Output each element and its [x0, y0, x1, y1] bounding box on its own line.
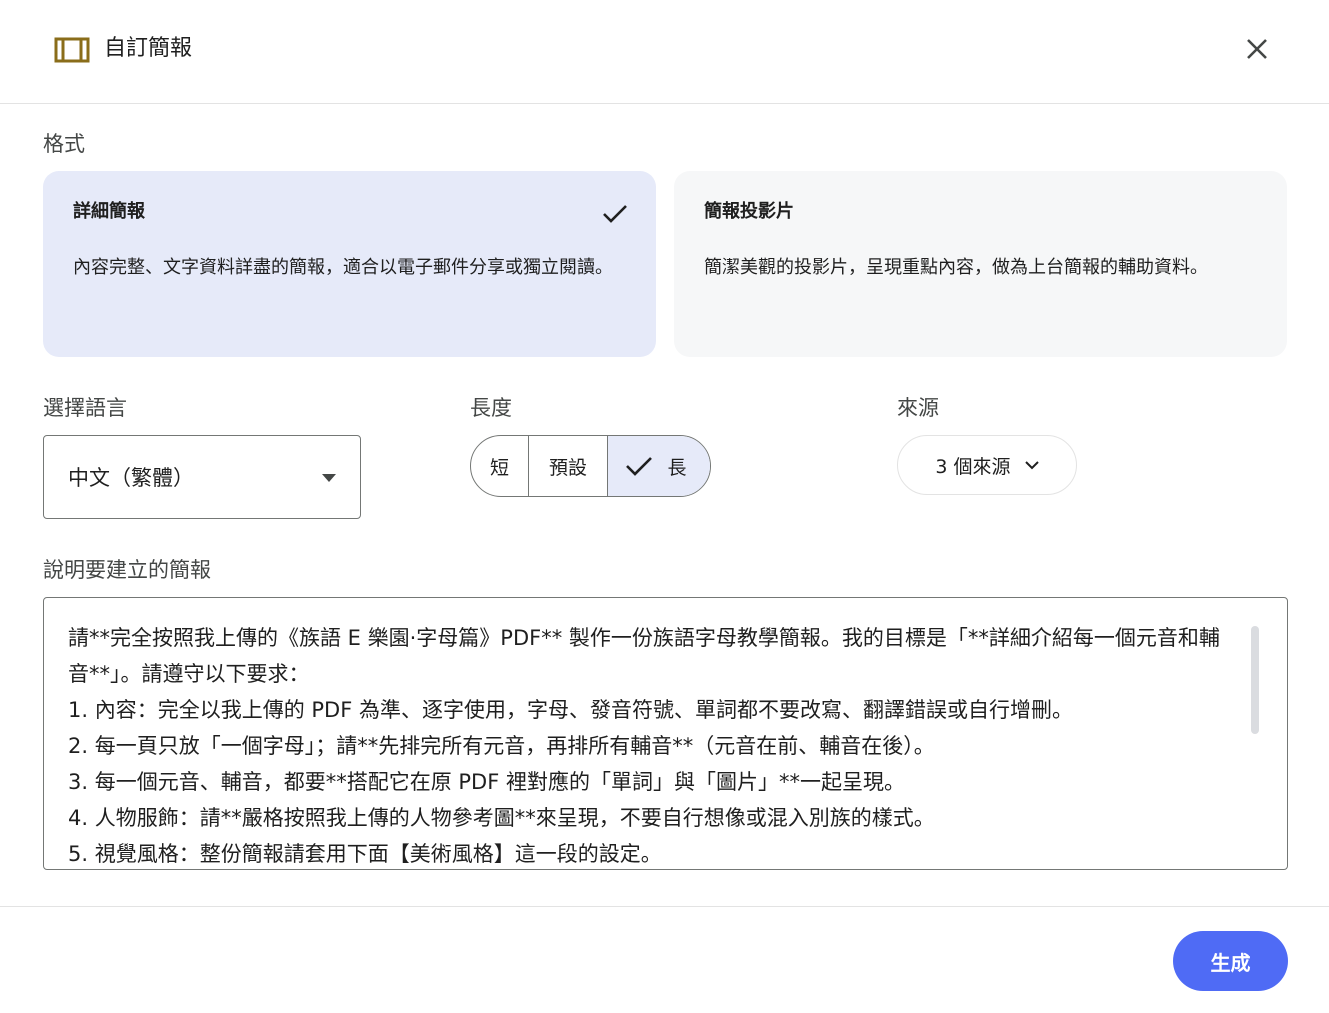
footer-divider	[0, 906, 1329, 907]
check-icon	[626, 457, 653, 476]
format-option-description: 簡潔美觀的投影片，呈現重點內容，做為上台簡報的輔助資料。	[704, 257, 1208, 278]
length-option-default[interactable]: 預設	[528, 436, 607, 496]
generate-button-label: 生成	[1210, 950, 1251, 975]
sources-dropdown-button[interactable]: 3 個來源	[897, 435, 1077, 495]
description-scrollbar[interactable]	[1251, 626, 1259, 734]
format-option-title: 簡報投影片	[704, 201, 794, 222]
check-icon	[603, 205, 627, 223]
format-label: 格式	[43, 132, 85, 156]
customize-report-dialog: 自訂簡報 格式 詳細簡報 內容完整、文字資料詳盡的簡報，適合以電子郵件分享或獨立…	[0, 0, 1329, 1013]
language-select[interactable]: 中文（繁體）	[43, 435, 361, 519]
length-label: 長度	[470, 396, 512, 420]
format-option-description: 內容完整、文字資料詳盡的簡報，適合以電子郵件分享或獨立閱讀。	[73, 257, 613, 278]
length-option-label: 預設	[548, 456, 587, 479]
close-icon	[1247, 39, 1267, 59]
description-text: 請**完全按照我上傳的《族語 E 樂園·字母篇》PDF** 製作一份族語字母教學…	[68, 626, 1220, 866]
length-option-label: 短	[489, 456, 509, 479]
sources-label: 來源	[897, 396, 939, 420]
sources-button-label: 3 個來源	[935, 455, 1011, 478]
format-option-slides[interactable]: 簡報投影片 簡潔美觀的投影片，呈現重點內容，做為上台簡報的輔助資料。	[674, 171, 1287, 357]
close-button[interactable]	[1236, 28, 1278, 70]
language-value: 中文（繁體）	[68, 466, 194, 490]
length-option-label: 長	[667, 456, 687, 479]
dropdown-arrow-icon	[322, 474, 336, 482]
dialog-header: 自訂簡報	[0, 0, 1329, 104]
format-option-detailed[interactable]: 詳細簡報 內容完整、文字資料詳盡的簡報，適合以電子郵件分享或獨立閱讀。	[43, 171, 656, 357]
slides-icon	[54, 37, 90, 63]
length-option-short[interactable]: 短	[471, 436, 528, 496]
length-option-long[interactable]: 長	[607, 436, 710, 496]
dialog-title: 自訂簡報	[104, 36, 193, 61]
language-label: 選擇語言	[43, 396, 127, 420]
format-option-title: 詳細簡報	[73, 201, 145, 222]
description-textarea[interactable]: 請**完全按照我上傳的《族語 E 樂園·字母篇》PDF** 製作一份族語字母教學…	[43, 597, 1288, 870]
description-label: 說明要建立的簡報	[43, 558, 211, 582]
length-segmented-control: 短 預設 長	[470, 435, 711, 497]
chevron-down-icon	[1024, 460, 1039, 469]
generate-button[interactable]: 生成	[1173, 931, 1288, 991]
